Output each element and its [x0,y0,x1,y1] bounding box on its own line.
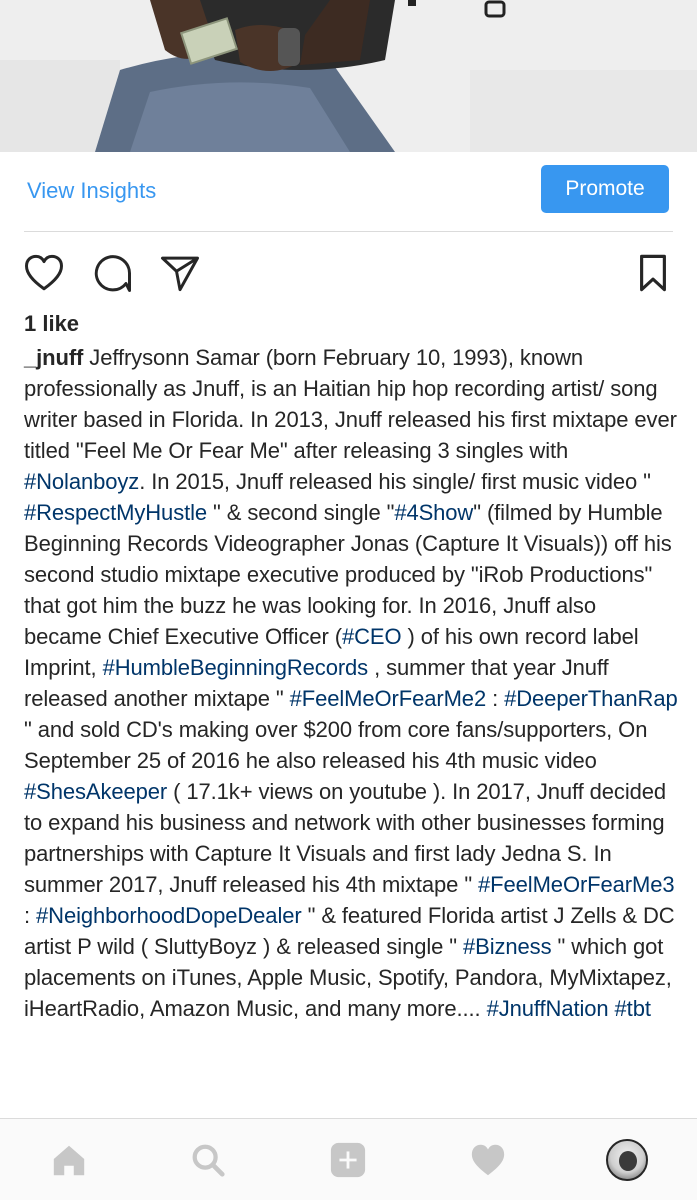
caption-text: Jeffrysonn Samar (born February 10, 1993… [24,345,677,463]
hashtag-link[interactable]: #ShesAkeeper [24,779,167,804]
post-photo[interactable] [0,0,697,152]
post-caption: _jnuff Jeffrysonn Samar (born February 1… [24,342,679,1024]
caption-username[interactable]: _jnuff [24,345,83,370]
hashtag-link[interactable]: #Nolanboyz [24,469,139,494]
hashtag-link[interactable]: #tbt [615,996,651,1021]
share-icon[interactable] [157,250,203,296]
hashtag-link[interactable]: #Bizness [463,934,552,959]
insights-row: View Insights Promote [0,152,697,232]
hashtag-link[interactable]: #FeelMeOrFearMe3 [478,872,675,897]
promote-button[interactable]: Promote [541,165,669,213]
hashtag-link[interactable]: #HumbleBeginningRecords [103,655,369,680]
caption-text: . In 2015, Jnuff released his single/ fi… [139,469,651,494]
caption-text: : [24,903,37,928]
divider [24,231,673,232]
profile-avatar[interactable] [604,1137,650,1183]
view-insights-link[interactable]: View Insights [27,178,156,204]
post-actions [0,244,697,300]
likes-count[interactable]: 1 like [24,311,79,337]
hashtag-link[interactable]: #CEO [342,624,402,649]
hashtag-link[interactable]: #JnuffNation [487,996,609,1021]
search-icon[interactable] [185,1137,231,1183]
hashtag-link[interactable]: #RespectMyHustle [24,500,207,525]
avatar [606,1139,648,1181]
add-icon[interactable] [325,1137,371,1183]
caption-text: : [486,686,505,711]
activity-heart-icon[interactable] [465,1137,511,1183]
home-icon[interactable] [46,1137,92,1183]
heart-icon[interactable] [21,250,67,296]
hashtag-link[interactable]: #FeelMeOrFearMe2 [290,686,487,711]
caption-text: " and sold CD's making over $200 from co… [24,717,648,773]
hashtag-link[interactable]: #4Show [394,500,473,525]
bookmark-icon[interactable] [630,250,676,296]
hashtag-link[interactable]: #NeighborhoodDopeDealer [36,903,302,928]
bottom-nav [0,1118,697,1200]
hashtag-link[interactable]: #DeeperThanRap [504,686,678,711]
caption-text: " & second single " [207,500,395,525]
comment-icon[interactable] [89,250,135,296]
post-photo-art [0,0,697,152]
caption-body: Jeffrysonn Samar (born February 10, 1993… [24,345,678,1021]
